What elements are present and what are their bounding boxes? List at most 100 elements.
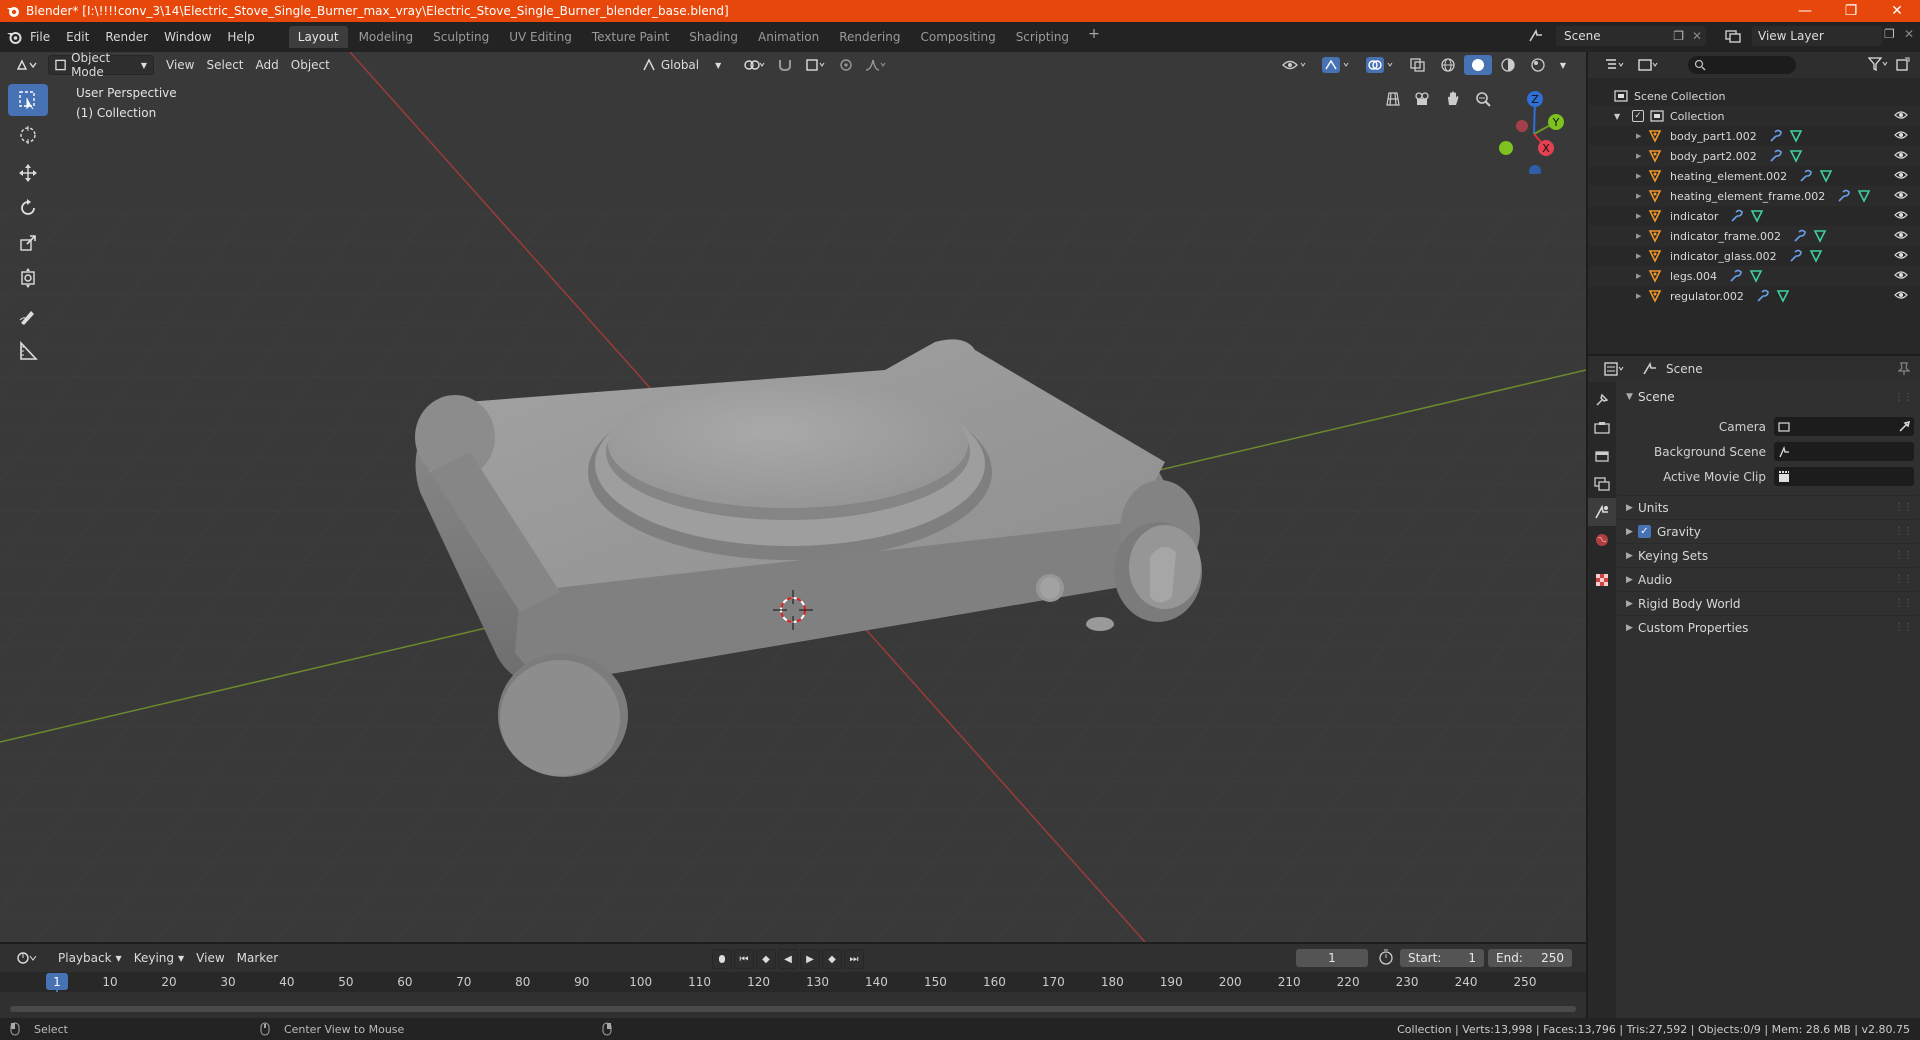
audio-panel[interactable]: ▶ Audio ⋮⋮ (1618, 567, 1918, 591)
units-panel[interactable]: ▶ Units ⋮⋮ (1618, 495, 1918, 519)
tab-sculpting[interactable]: Sculpting (424, 26, 498, 48)
menu-timeline-view[interactable]: View (190, 948, 230, 968)
eye-icon[interactable] (1894, 129, 1908, 144)
tab-scene-icon[interactable] (1588, 498, 1616, 526)
drag-handle-icon[interactable]: ⋮⋮ (1894, 502, 1913, 513)
maximize-button[interactable]: ❐ (1828, 0, 1874, 22)
tab-shading[interactable]: Shading (680, 26, 747, 48)
jump-end-icon[interactable]: ⏭ (844, 949, 864, 969)
shading-options-icon[interactable]: ▼ (1554, 55, 1572, 75)
background-scene-field[interactable] (1774, 442, 1914, 461)
viewport-scene[interactable] (0, 52, 1586, 942)
mesh-data-icon[interactable] (1813, 229, 1827, 243)
menu-file[interactable]: File (22, 26, 58, 48)
rigid-body-world-panel[interactable]: ▶ Rigid Body World ⋮⋮ (1618, 591, 1918, 615)
expand-object-icon[interactable]: ▶ (1636, 192, 1648, 200)
drag-handle-icon[interactable]: ⋮⋮ (1894, 526, 1913, 537)
mesh-data-icon[interactable] (1819, 169, 1833, 183)
eye-icon[interactable] (1894, 189, 1908, 204)
scene-selector-icon[interactable] (1528, 28, 1544, 46)
record-icon[interactable] (712, 949, 732, 969)
expand-object-icon[interactable]: ▶ (1636, 132, 1648, 140)
collection-checkbox[interactable]: ✓ (1632, 110, 1644, 122)
view-layer-icon[interactable] (1724, 28, 1742, 47)
active-movie-clip-field[interactable] (1774, 467, 1914, 486)
menu-object[interactable]: Object (285, 55, 336, 75)
drag-handle-icon[interactable]: ⋮⋮ (1894, 622, 1913, 633)
snap-target-icon[interactable] (799, 55, 833, 75)
pin-icon[interactable] (1898, 362, 1910, 376)
transform-tool[interactable] (8, 262, 48, 294)
mesh-data-icon[interactable] (1857, 189, 1871, 203)
timeline-editor-type-icon[interactable] (10, 948, 44, 968)
eye-icon[interactable] (1894, 209, 1908, 224)
outliner-object-row[interactable]: ▶ indicator_glass.002 (1588, 246, 1920, 266)
expand-object-icon[interactable]: ▶ (1636, 272, 1648, 280)
camera-field[interactable] (1774, 417, 1914, 436)
tab-world-icon[interactable] (1588, 526, 1616, 554)
rotate-tool[interactable] (8, 192, 48, 224)
expand-object-icon[interactable]: ▶ (1636, 232, 1648, 240)
outliner-object-row[interactable]: ▶ heating_element_frame.002 (1588, 186, 1920, 206)
preview-range-icon[interactable] (1378, 949, 1394, 968)
menu-select[interactable]: Select (200, 55, 249, 75)
gizmo-neg-y-icon[interactable] (1499, 141, 1513, 155)
mesh-data-icon[interactable] (1809, 249, 1823, 263)
gizmo-toggle-icon[interactable] (1316, 55, 1358, 75)
eye-icon[interactable] (1894, 269, 1908, 284)
new-collection-icon[interactable] (1896, 57, 1910, 74)
outliner-object-row[interactable]: ▶ heating_element.002 (1588, 166, 1920, 186)
tab-tool-icon[interactable] (1588, 386, 1616, 414)
falloff-icon[interactable] (859, 55, 893, 75)
transform-orientation-selector[interactable]: Global ▼ (636, 55, 727, 75)
mode-selector[interactable]: Object Mode ▼ (48, 52, 154, 79)
scale-tool[interactable] (8, 227, 48, 259)
drag-handle-icon[interactable]: ⋮⋮ (1894, 392, 1913, 403)
gizmo-neg-z-icon[interactable] (1529, 165, 1541, 174)
expand-collection-icon[interactable]: ▼ (1614, 112, 1628, 121)
add-workspace-icon[interactable]: + (1080, 26, 1108, 48)
eye-icon[interactable] (1894, 229, 1908, 244)
eye-icon[interactable] (1894, 289, 1908, 304)
wireframe-shading-icon[interactable] (1434, 55, 1462, 75)
outliner-object-row[interactable]: ▶ indicator (1588, 206, 1920, 226)
modifier-wrench-icon[interactable] (1769, 149, 1783, 163)
outliner-object-row[interactable]: ▶ regulator.002 (1588, 286, 1920, 306)
properties-editor-type-icon[interactable] (1598, 359, 1632, 379)
modifier-wrench-icon[interactable] (1837, 189, 1851, 203)
tab-texture-icon[interactable] (1588, 566, 1616, 594)
expand-object-icon[interactable]: ▶ (1636, 292, 1648, 300)
menu-add[interactable]: Add (250, 55, 285, 75)
timeline-scrollbar[interactable] (10, 1006, 1576, 1012)
eye-icon[interactable] (1894, 109, 1908, 124)
scene-selector[interactable]: Scene ❐ ✕ (1556, 26, 1706, 46)
next-keyframe-icon[interactable]: ◆ (822, 949, 842, 969)
solid-shading-icon[interactable] (1463, 55, 1492, 75)
scene-remove-icon[interactable]: ✕ (1692, 29, 1702, 43)
snap-icon[interactable] (771, 55, 799, 75)
modifier-wrench-icon[interactable] (1730, 209, 1744, 223)
mesh-data-icon[interactable] (1749, 269, 1763, 283)
eye-icon[interactable] (1894, 169, 1908, 184)
close-button[interactable]: ✕ (1874, 0, 1920, 22)
eye-icon[interactable] (1894, 249, 1908, 264)
camera-view-icon[interactable] (1410, 86, 1436, 112)
drag-handle-icon[interactable]: ⋮⋮ (1894, 598, 1913, 609)
blender-menu-icon[interactable] (6, 29, 22, 45)
tab-scripting[interactable]: Scripting (1007, 26, 1078, 48)
filter-icon[interactable] (1867, 56, 1890, 74)
pan-view-icon[interactable] (1440, 86, 1466, 112)
modifier-wrench-icon[interactable] (1729, 269, 1743, 283)
keying-sets-panel[interactable]: ▶ Keying Sets ⋮⋮ (1618, 543, 1918, 567)
zoom-view-icon[interactable] (1470, 86, 1496, 112)
measure-tool[interactable] (8, 335, 48, 367)
eye-icon[interactable] (1894, 149, 1908, 164)
scene-panel-header[interactable]: ▼ Scene ⋮⋮ (1618, 386, 1918, 408)
scene-new-icon[interactable]: ❐ (1673, 29, 1684, 43)
drag-handle-icon[interactable]: ⋮⋮ (1894, 550, 1913, 561)
menu-playback[interactable]: Playback ▼ (52, 948, 128, 968)
collection-row[interactable]: ▼ ✓ Collection (1588, 106, 1920, 126)
menu-help[interactable]: Help (219, 26, 262, 48)
tab-view-layer-icon[interactable] (1588, 470, 1616, 498)
modifier-wrench-icon[interactable] (1789, 249, 1803, 263)
